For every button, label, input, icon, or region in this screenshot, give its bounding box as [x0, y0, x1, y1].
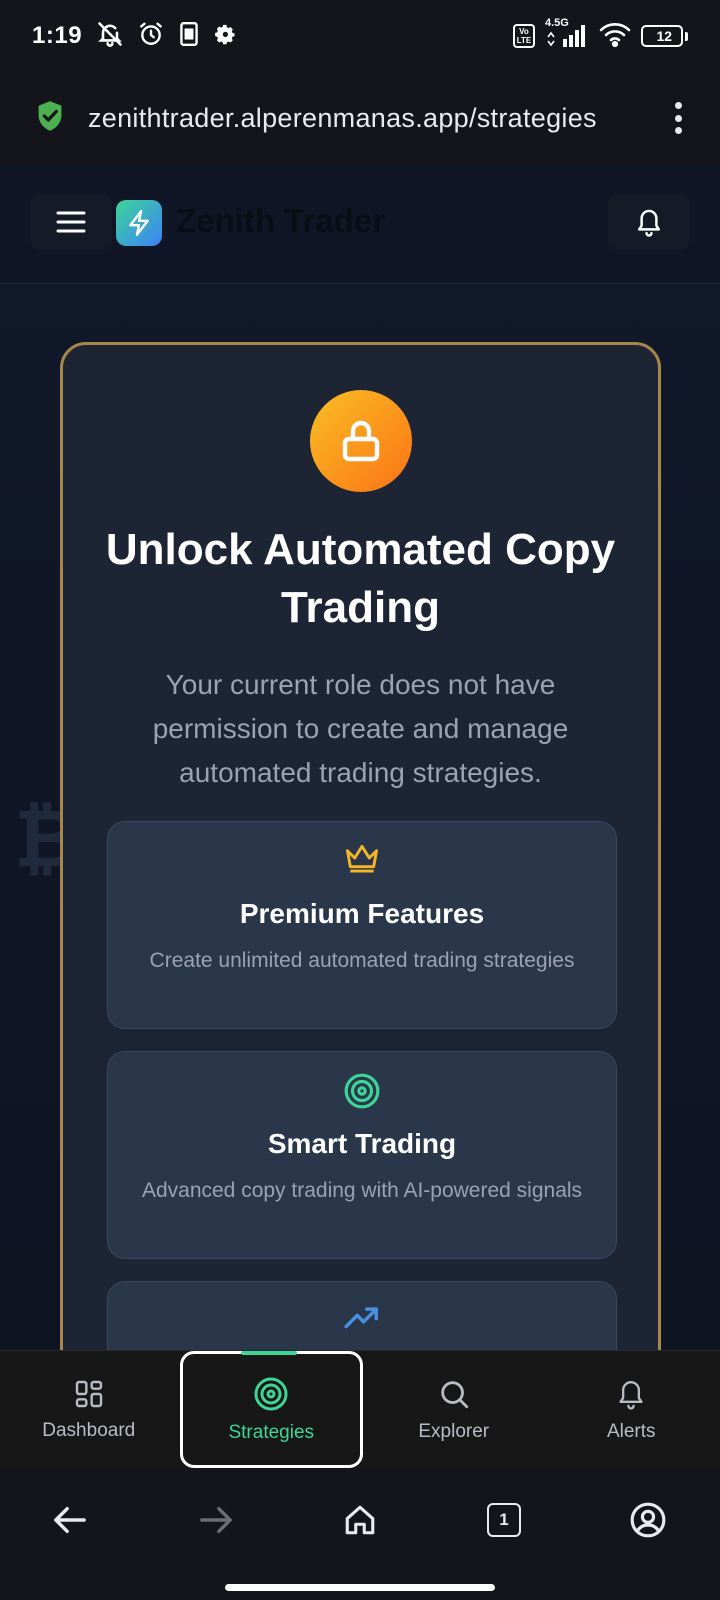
lock-title: Unlock Automated Copy Trading [105, 525, 616, 632]
wifi-icon [599, 21, 631, 52]
nav-label: Alerts [606, 1420, 656, 1442]
settings-gear-icon [214, 22, 238, 51]
forward-button[interactable] [188, 1492, 244, 1548]
lock-badge [310, 390, 412, 492]
tabs-button[interactable]: 1 [476, 1492, 532, 1548]
account-circle-icon [630, 1502, 666, 1538]
nav-item-explorer[interactable]: Explorer [365, 1351, 543, 1468]
secure-shield-icon[interactable] [36, 100, 64, 137]
notifications-muted-icon [96, 20, 124, 53]
home-button[interactable] [332, 1492, 388, 1548]
app-name[interactable]: Zenith Trader [176, 202, 385, 240]
status-right-icons: Vo LTE 4.5G 12 [513, 17, 688, 52]
volte-icon: Vo LTE [513, 24, 535, 48]
status-time: 1:19 [32, 22, 83, 49]
locked-feature-card: Unlock Automated Copy Trading Your curre… [60, 342, 661, 1350]
nav-item-alerts[interactable]: Alerts [543, 1351, 720, 1468]
battery-icon: 12 [641, 25, 688, 47]
nav-label: Dashboard [42, 1419, 136, 1441]
lock-icon [342, 420, 380, 462]
app-logo[interactable] [116, 200, 162, 246]
nav-item-dashboard[interactable]: Dashboard [0, 1351, 178, 1468]
browser-menu-icon[interactable] [666, 98, 690, 138]
app-bottom-nav: Dashboard Strategies Explorer Alerts [0, 1350, 720, 1468]
notifications-button[interactable] [608, 194, 690, 250]
account-button[interactable] [620, 1492, 676, 1548]
active-indicator [240, 1351, 297, 1355]
battery-cap [685, 31, 688, 41]
alarm-icon [138, 21, 164, 52]
status-bar: 1:19 Vo LTE 4.5G 12 [0, 0, 720, 72]
arrow-left-icon [54, 1506, 86, 1534]
url-text[interactable]: zenithtrader.alperenmanas.app/strategies [88, 103, 648, 134]
sim-card-icon [178, 21, 200, 52]
lightning-icon [129, 209, 149, 237]
nav-label: Explorer [418, 1420, 490, 1442]
feature-description: Advanced copy trading with AI-powered si… [141, 1179, 583, 1202]
bell-icon [619, 1380, 643, 1409]
home-icon [345, 1505, 375, 1535]
feature-card-smart-trading: Smart Trading Advanced copy trading with… [107, 1051, 617, 1259]
gesture-home-indicator[interactable] [225, 1584, 495, 1591]
feature-description: Create unlimited automated trading strat… [149, 949, 575, 972]
nav-label: Strategies [228, 1421, 315, 1443]
search-icon [441, 1380, 468, 1408]
battery-body: 12 [641, 25, 683, 47]
bell-icon [637, 209, 661, 237]
feature-card-third [107, 1281, 617, 1350]
target-icon [344, 1073, 380, 1109]
target-icon [254, 1377, 288, 1410]
web-page: Zenith Trader ₿ Unlock Automated Copy Tr… [0, 164, 720, 1350]
back-button[interactable] [42, 1492, 98, 1548]
dashboard-grid-icon [75, 1380, 102, 1407]
app-header: Zenith Trader [0, 164, 720, 284]
feature-title: Smart Trading [267, 1128, 457, 1159]
arrow-right-icon [200, 1506, 232, 1534]
network-type-label: 4.5G [545, 17, 569, 29]
crown-icon [346, 844, 378, 873]
hamburger-menu-button[interactable] [30, 194, 112, 250]
browser-url-bar[interactable]: zenithtrader.alperenmanas.app/strategies [0, 72, 720, 164]
lock-description: Your current role does not have permissi… [152, 669, 569, 788]
volte-label: Vo LTE [516, 27, 532, 45]
battery-level: 12 [656, 28, 673, 44]
hamburger-icon [56, 211, 86, 233]
feature-card-premium: Premium Features Create unlimited automa… [107, 821, 617, 1029]
tab-count: 1 [499, 1510, 509, 1529]
trending-up-icon [344, 1307, 378, 1329]
nav-item-strategies[interactable]: Strategies [179, 1351, 363, 1468]
tab-count-icon: 1 [487, 1503, 521, 1537]
browser-toolbar: 1 [0, 1468, 720, 1600]
feature-title: Premium Features [239, 898, 485, 929]
cellular-signal-icon: 4.5G [545, 17, 589, 49]
status-left-icons [96, 20, 238, 53]
